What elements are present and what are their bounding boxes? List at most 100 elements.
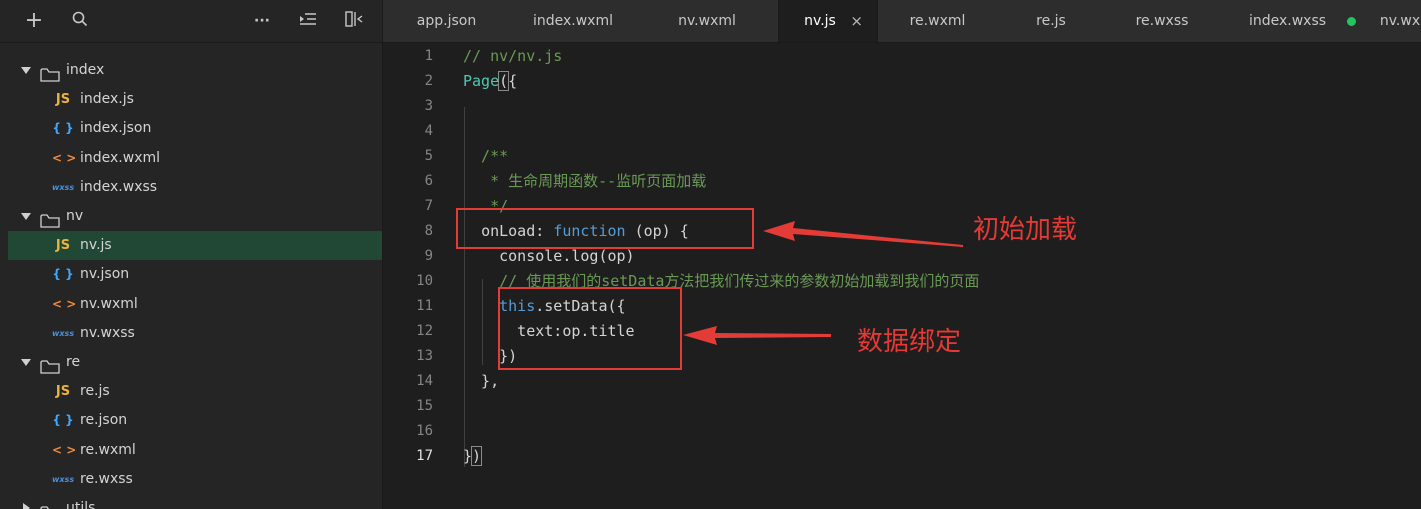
line-number: 13 (416, 348, 433, 364)
file-item-nv-json[interactable]: { } nv.json (8, 260, 382, 289)
annotation-arrow (763, 221, 963, 247)
line-number: 5 (424, 148, 433, 164)
file-label: index.json (80, 120, 152, 137)
file-label: re.wxml (80, 441, 136, 458)
file-item-nv-wxss[interactable]: wxss nv.wxss (8, 319, 382, 348)
split-icon[interactable] (344, 11, 364, 31)
search-icon[interactable] (70, 11, 90, 31)
code-line[interactable]: // nv/nv.js (463, 44, 562, 69)
file-item-index-json[interactable]: { } index.json (8, 114, 382, 143)
file-label: index.wxss (80, 178, 158, 195)
file-item-index-wxml[interactable]: < > index.wxml (8, 144, 382, 173)
line-number: 14 (416, 373, 433, 389)
collapse-icon[interactable] (298, 11, 318, 31)
file-item-index-wxss[interactable]: wxss index.wxss (8, 173, 382, 202)
code-line[interactable]: /** (463, 144, 508, 169)
tab-re-wxss[interactable]: re.wxss (1103, 0, 1221, 42)
json-file-icon: { } (52, 413, 74, 428)
tab-app-json[interactable]: app.json (383, 0, 510, 42)
folder-utils[interactable]: utils (8, 494, 382, 509)
js-file-icon: JS (55, 238, 71, 254)
line-number: 2 (424, 73, 433, 89)
file-item-nv-js[interactable]: JS nv.js (8, 231, 382, 261)
line-number: 12 (416, 323, 433, 339)
line-number: 7 (424, 198, 433, 214)
tab-label: re.js (1036, 13, 1066, 29)
file-label: index.js (80, 91, 134, 108)
tab-label: re.wxss (1135, 13, 1189, 29)
line-number: 3 (424, 98, 433, 114)
annotation-box-setdata (498, 287, 682, 370)
code-line[interactable]: Page({ (463, 69, 517, 94)
line-number: 11 (416, 298, 433, 314)
file-label: nv.wxss (80, 324, 135, 341)
line-number: 15 (416, 398, 433, 414)
js-file-icon: JS (55, 384, 71, 400)
file-explorer-sidebar: + ··· index JS index.js{ } index.json < > ind… (0, 0, 383, 509)
file-item-index-js[interactable]: JS index.js (8, 85, 382, 114)
chevron-down-icon (21, 67, 31, 74)
file-item-nv-wxml[interactable]: < > nv.wxml (8, 290, 382, 319)
wxml-file-icon: < > (52, 296, 77, 311)
folder-index[interactable]: index (8, 56, 382, 85)
file-label: re.wxss (80, 470, 133, 487)
line-number: 1 (424, 48, 433, 64)
annotation-label-data-binding: 数据绑定 (857, 327, 962, 357)
tab-label: nv.wxml (678, 13, 736, 29)
file-label: nv.json (80, 266, 130, 283)
wxss-file-icon: wxss (52, 328, 75, 338)
plus-icon[interactable]: + (24, 10, 44, 32)
file-item-re-js[interactable]: JS re.js (8, 377, 382, 406)
tab-nv-wxml[interactable]: nv.wxml (636, 0, 778, 42)
tab-label: index.wxml (532, 13, 613, 29)
tab-label: re.wxml (909, 13, 966, 29)
close-icon[interactable]: × (850, 0, 863, 42)
wxml-file-icon: < > (52, 442, 77, 457)
line-number: 17 (416, 448, 433, 464)
file-label: index.wxml (80, 149, 161, 166)
folder-nv[interactable]: nv (8, 202, 382, 231)
folder-re[interactable]: re (8, 348, 382, 377)
tab-re-wxml[interactable]: re.wxml (876, 0, 999, 42)
file-item-re-json[interactable]: { } re.json (8, 406, 382, 435)
line-number: 4 (424, 123, 433, 139)
tab-label: app.json (416, 13, 477, 29)
file-label: re.js (80, 383, 110, 400)
json-file-icon: { } (52, 121, 74, 136)
line-number: 8 (424, 223, 433, 239)
file-item-re-wxss[interactable]: wxss re.wxss (8, 465, 382, 494)
tab-re-js[interactable]: re.js (999, 0, 1103, 42)
explorer-toolbar: + ··· (0, 0, 382, 43)
line-number: 16 (416, 423, 433, 439)
file-item-re-wxml[interactable]: < > re.wxml (8, 436, 382, 465)
folder-label: nv (66, 208, 84, 224)
modified-dot-icon (1347, 17, 1356, 26)
wxml-file-icon: < > (52, 150, 77, 165)
line-number: 9 (424, 248, 433, 264)
tab-index-wxss[interactable]: index.wxss (1221, 0, 1370, 42)
wxss-file-icon: wxss (52, 474, 75, 484)
annotation-arrow (683, 326, 831, 345)
tab-nv-wx[interactable]: nv.wx (1370, 0, 1421, 42)
code-line[interactable]: }) (463, 444, 483, 469)
tab-nv-js[interactable]: nv.js × (778, 0, 878, 42)
wxss-file-icon: wxss (52, 182, 75, 192)
file-label: nv.wxml (80, 295, 138, 312)
chevron-down-icon (21, 359, 31, 366)
tab-index-wxml[interactable]: index.wxml (510, 0, 636, 42)
editor-tab-bar: app.json index.wxml nv.wxml nv.js × re.wxml re… (383, 0, 1421, 43)
folder-icon (40, 502, 60, 509)
annotation-box-onload (456, 208, 754, 249)
chevron-right-icon (23, 503, 30, 509)
code-line[interactable]: * 生命周期函数--监听页面加载 (463, 169, 706, 194)
folder-label: utils (66, 500, 96, 509)
more-icon[interactable]: ··· (252, 11, 272, 31)
file-label: nv.js (80, 237, 112, 254)
code-editor[interactable]: 1 2 3 4 5 6 7 8 9 10 11 12 13 14 15 16 17 // nv/nv.js Pag… (383, 43, 1421, 509)
json-file-icon: { } (52, 267, 74, 282)
line-number: 10 (416, 273, 433, 289)
tab-label: nv.wx (1379, 13, 1421, 29)
tab-label: nv.js (804, 13, 836, 29)
code-line[interactable]: }, (463, 369, 499, 394)
js-file-icon: JS (55, 92, 71, 108)
